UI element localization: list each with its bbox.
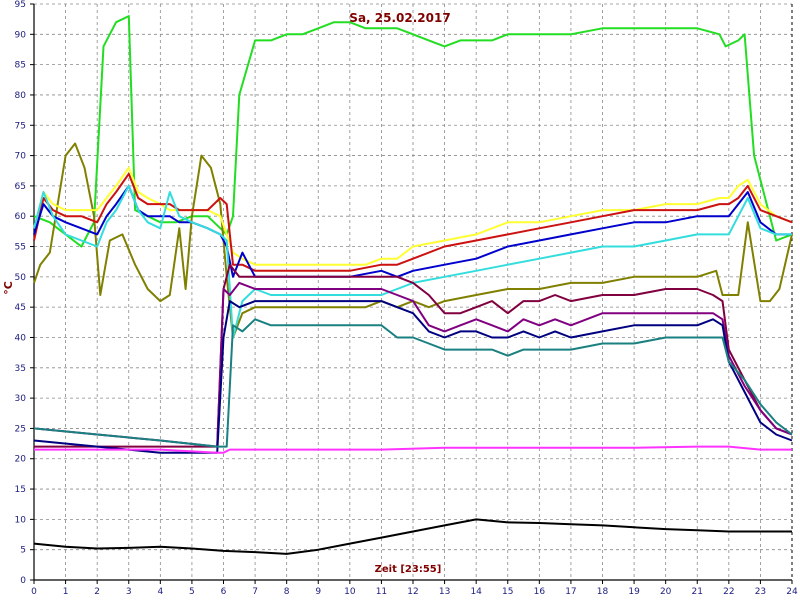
x-tick-label: 18 bbox=[597, 587, 609, 597]
x-axis-label: Zeit [23:55] bbox=[375, 564, 442, 575]
y-tick-label: 85 bbox=[15, 61, 26, 71]
x-tick-label: 11 bbox=[376, 587, 387, 597]
chart-background bbox=[0, 0, 800, 600]
y-tick-label: 55 bbox=[15, 243, 26, 253]
x-tick-label: 10 bbox=[344, 587, 356, 597]
y-tick-label: 40 bbox=[15, 333, 27, 343]
x-tick-label: 21 bbox=[692, 587, 703, 597]
x-tick-label: 17 bbox=[565, 587, 576, 597]
chart-canvas: 0 1 2 3 4 5 6 7 8 9 10 11 12 13 14 15 16 17 18 19 20 21 22 23 24… bbox=[0, 0, 800, 600]
temperature-chart: 0 1 2 3 4 5 6 7 8 9 10 11 12 13 14 15 16 17 18 19 20 21 22 23 24… bbox=[0, 0, 800, 600]
x-tick-label: 8 bbox=[284, 587, 290, 597]
y-tick-label: 30 bbox=[15, 394, 27, 404]
y-tick-label: 25 bbox=[15, 424, 26, 434]
x-tick-label: 5 bbox=[189, 587, 195, 597]
x-tick-label: 22 bbox=[723, 587, 734, 597]
y-tick-label: 20 bbox=[15, 455, 27, 465]
y-tick-label: 60 bbox=[15, 212, 27, 222]
x-tick-label: 0 bbox=[31, 587, 37, 597]
x-tick-label: 1 bbox=[63, 587, 69, 597]
y-tick-label: 5 bbox=[20, 546, 26, 556]
x-tick-label: 9 bbox=[315, 587, 321, 597]
x-tick-label: 19 bbox=[628, 587, 640, 597]
y-tick-label: 15 bbox=[15, 485, 26, 495]
y-tick-label: 0 bbox=[20, 576, 26, 586]
x-tick-label: 20 bbox=[660, 587, 672, 597]
chart-title: Sa, 25.02.2017 bbox=[349, 11, 450, 25]
y-tick-label: 35 bbox=[15, 364, 26, 374]
x-tick-label: 3 bbox=[126, 587, 132, 597]
y-tick-label: 80 bbox=[15, 91, 27, 101]
y-tick-label: 90 bbox=[15, 30, 27, 40]
x-tick-label: 24 bbox=[786, 587, 798, 597]
y-tick-label: 95 bbox=[15, 0, 26, 10]
y-tick-label: 10 bbox=[15, 515, 27, 525]
x-tick-label: 4 bbox=[157, 587, 163, 597]
y-axis-label: °C bbox=[2, 281, 15, 295]
y-tick-label: 70 bbox=[15, 152, 27, 162]
y-tick-label: 75 bbox=[15, 121, 26, 131]
y-tick-label: 50 bbox=[15, 273, 27, 283]
x-tick-label: 16 bbox=[534, 587, 546, 597]
x-tick-label: 14 bbox=[470, 587, 482, 597]
x-tick-label: 15 bbox=[502, 587, 513, 597]
x-tick-label: 23 bbox=[755, 587, 766, 597]
x-tick-label: 6 bbox=[221, 587, 227, 597]
x-tick-label: 12 bbox=[407, 587, 418, 597]
x-tick-label: 7 bbox=[252, 587, 258, 597]
x-tick-label: 13 bbox=[439, 587, 450, 597]
y-tick-label: 65 bbox=[15, 182, 26, 192]
x-tick-label: 2 bbox=[94, 587, 100, 597]
y-tick-label: 45 bbox=[15, 303, 26, 313]
